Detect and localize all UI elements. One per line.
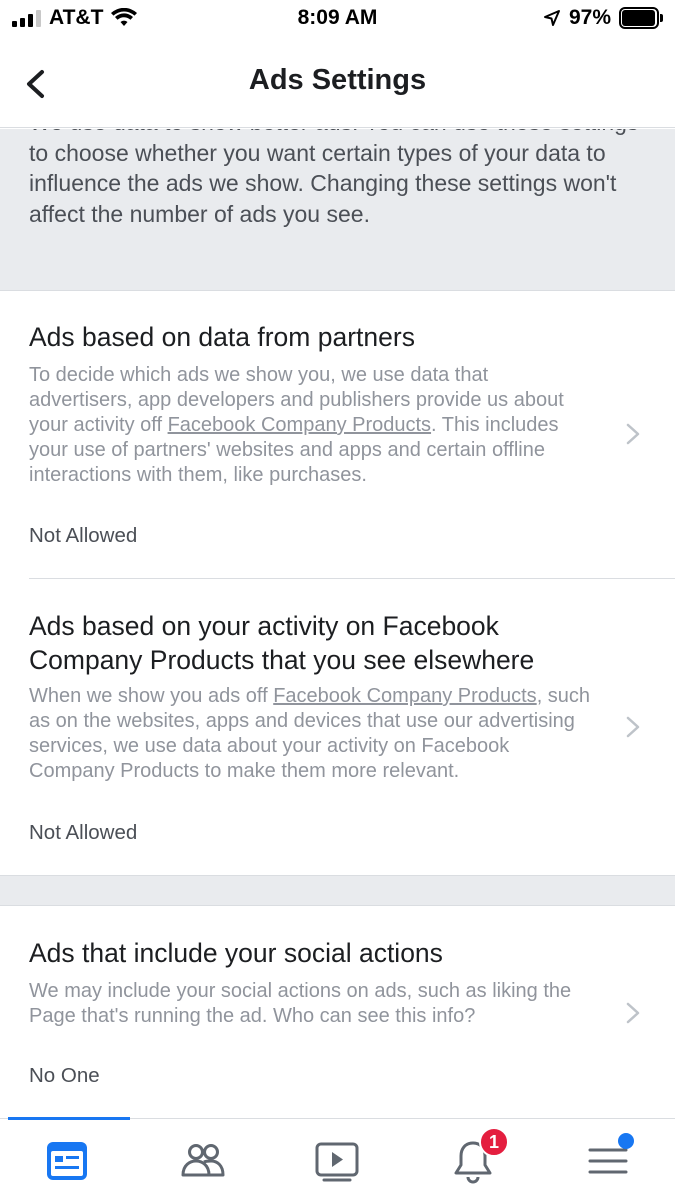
battery-percent: 97%	[568, 6, 611, 29]
setting-description: To decide which ads we show you, we use …	[29, 364, 564, 486]
watch-icon	[315, 1142, 359, 1182]
intro-section: We use data to show better ads. You can …	[0, 129, 675, 291]
news-feed-icon	[47, 1142, 87, 1180]
friends-icon	[181, 1144, 225, 1177]
battery-icon	[619, 7, 663, 29]
status-bar: AT&T 8:09 AM 97%	[0, 0, 675, 40]
bottom-tab-bar: 1	[0, 1117, 675, 1200]
location-arrow-icon	[543, 10, 560, 26]
setting-description: When we show you ads off Facebook Compan…	[29, 685, 591, 782]
intro-text: We use data to show better ads. You can …	[29, 129, 638, 227]
setting-title: Ads that include your social actions	[29, 938, 443, 968]
setting-value: Not Allowed	[29, 821, 138, 844]
chevron-right-icon	[626, 423, 640, 445]
setting-title: Ads based on your activity on Facebook C…	[29, 611, 535, 675]
chevron-right-icon	[626, 1002, 640, 1024]
setting-value: No One	[29, 1064, 100, 1087]
chevron-right-icon	[626, 716, 640, 738]
notification-badge: 1	[479, 1127, 509, 1157]
tab-friends[interactable]	[173, 1133, 233, 1189]
status-right: 97%	[543, 6, 663, 30]
navigation-bar: Ads Settings	[0, 40, 675, 128]
setting-social-actions[interactable]: Ads that include your social actions We …	[0, 907, 675, 1118]
facebook-company-products-link[interactable]: Facebook Company Products	[168, 414, 431, 436]
setting-description: We may include your social actions on ad…	[29, 980, 572, 1027]
section-spacer	[0, 875, 675, 906]
menu-notification-dot	[618, 1133, 634, 1149]
tab-notifications[interactable]: 1	[443, 1127, 509, 1189]
setting-activity-on-products[interactable]: Ads based on your activity on Facebook C…	[0, 579, 675, 875]
setting-title: Ads based on data from partners	[29, 322, 415, 352]
setting-value: Not Allowed	[29, 524, 138, 547]
active-tab-indicator	[8, 1117, 130, 1120]
tab-watch[interactable]	[307, 1133, 367, 1189]
setting-partners-data[interactable]: Ads based on data from partners To decid…	[0, 292, 675, 579]
page-title: Ads Settings	[248, 64, 427, 96]
tab-news-feed[interactable]	[37, 1133, 97, 1189]
facebook-company-products-link[interactable]: Facebook Company Products	[273, 685, 536, 707]
tab-menu[interactable]	[578, 1133, 638, 1189]
